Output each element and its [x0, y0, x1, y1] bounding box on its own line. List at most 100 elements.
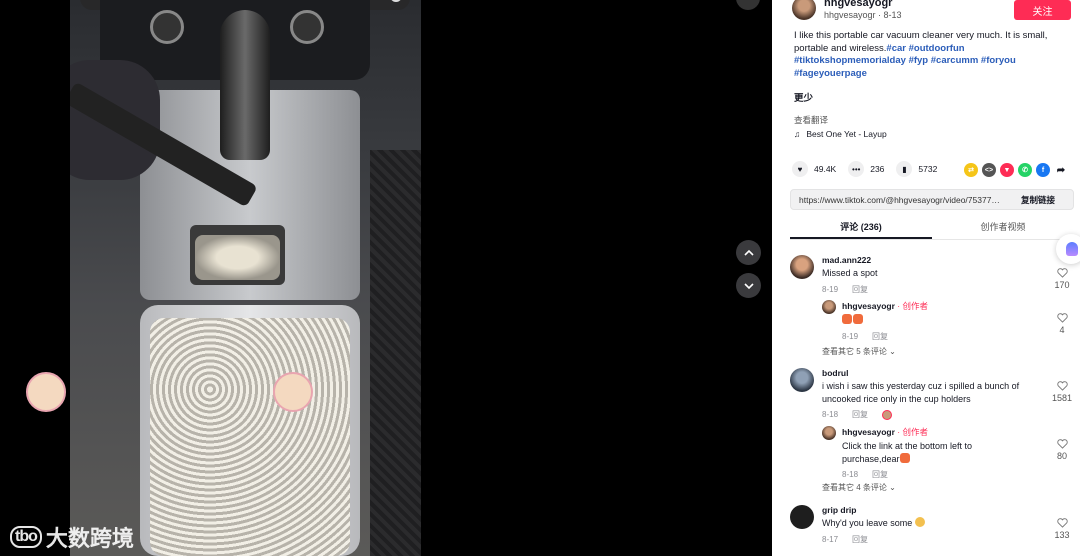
- watermark-text: 大数跨境: [45, 526, 134, 551]
- dashboard-knob: [150, 10, 184, 44]
- comment-text: Missed a spot: [822, 268, 878, 278]
- send-icon[interactable]: ▼: [1000, 163, 1014, 177]
- save-count: 5732: [918, 164, 938, 174]
- comment-date: 8-18: [822, 410, 839, 419]
- reply-meta: 8-19 回复: [842, 331, 928, 342]
- reply-author-name[interactable]: hhgvesayogr: [842, 427, 895, 437]
- chevron-up-icon: [743, 249, 754, 256]
- view-more-label[interactable]: 查看其它 4 条评论: [822, 483, 887, 492]
- top-button[interactable]: [736, 0, 760, 10]
- less-button[interactable]: 更少: [794, 90, 813, 104]
- comment-author[interactable]: mad.ann222: [822, 255, 1037, 265]
- reply-button[interactable]: 回复: [872, 331, 888, 342]
- reply-author-name[interactable]: hhgvesayogr: [842, 301, 895, 311]
- like-count: 4: [1059, 325, 1065, 335]
- author-handle: hhgvesayogr: [824, 9, 876, 20]
- hashtag[interactable]: #fageyouerpage: [794, 68, 867, 79]
- comment-text: Why'd you leave some: [822, 518, 913, 528]
- details-panel: hhgvesayogr hhgvesayogr · 8-13 关注 I like…: [772, 0, 1080, 556]
- tab-creator-videos[interactable]: 创作者视频: [932, 218, 1074, 239]
- author-subline: hhgvesayogr · 8-13: [824, 9, 902, 20]
- avatar[interactable]: [822, 300, 836, 314]
- repost-icon[interactable]: ⇄: [964, 163, 978, 177]
- comment-like[interactable]: 133: [1050, 518, 1074, 540]
- comment-meta: 8-17 回复: [822, 534, 1037, 545]
- like-count: 80: [1056, 451, 1067, 461]
- heart-icon[interactable]: [1056, 439, 1068, 449]
- comment-icon[interactable]: •••: [848, 161, 865, 177]
- reply-emoji: [842, 314, 928, 327]
- previous-video-button[interactable]: [736, 240, 761, 265]
- avatar[interactable]: [790, 505, 814, 529]
- share-icon[interactable]: ➦: [1054, 163, 1068, 177]
- video-link[interactable]: https://www.tiktok.com/@hhgvesayogr/vide…: [791, 195, 1003, 205]
- reply-like[interactable]: 80: [1050, 439, 1074, 461]
- author-name[interactable]: hhgvesayogr: [824, 0, 902, 9]
- music-info[interactable]: ♫ Best One Yet - Layup: [794, 129, 887, 139]
- app-root: tbo 大数跨境 hhgvesayogr hhgvesayogr · 8-13 …: [0, 0, 1080, 556]
- next-video-button[interactable]: [736, 273, 761, 298]
- comment-item: mad.ann222 Missed a spot 8-19 回复: [790, 255, 1037, 295]
- hashtag[interactable]: #car: [886, 43, 906, 54]
- video-player[interactable]: [70, 0, 421, 556]
- rice-in-tray: [150, 318, 350, 556]
- search-icon[interactable]: [390, 0, 402, 2]
- music-title[interactable]: Best One Yet - Layup: [806, 129, 886, 139]
- music-note-icon: ♫: [794, 129, 801, 139]
- comment-stat[interactable]: ••• 236: [848, 161, 884, 177]
- comment-meta: 8-19 回复: [822, 284, 1037, 295]
- avatar[interactable]: [792, 0, 816, 20]
- comment-like[interactable]: 1581: [1050, 381, 1074, 403]
- reply-button[interactable]: 回复: [852, 284, 868, 295]
- avatar[interactable]: [790, 368, 814, 392]
- link-box: https://www.tiktok.com/@hhgvesayogr/vide…: [790, 189, 1074, 210]
- chevron-down-icon: [743, 282, 754, 289]
- follow-button[interactable]: 关注: [1014, 0, 1071, 20]
- heart-icon[interactable]: [1056, 518, 1068, 528]
- reply-button[interactable]: 回复: [872, 469, 888, 480]
- heart-icon[interactable]: [1056, 268, 1068, 278]
- creator-liked-avatar: [882, 409, 893, 420]
- comment-author[interactable]: bodrul: [822, 368, 1037, 378]
- reply-item: hhgvesayogr · 创作者 8-19 回复: [822, 300, 928, 342]
- reply-button[interactable]: 回复: [852, 409, 868, 420]
- share-icons: ⇄ <> ▼ ✆ f ➦: [964, 163, 1068, 177]
- hashtag[interactable]: #fyp: [909, 55, 929, 66]
- hashtag[interactable]: #tiktokshopmemorialday: [794, 55, 906, 66]
- avatar[interactable]: [822, 426, 836, 440]
- heart-icon[interactable]: [1056, 381, 1068, 391]
- watermark: tbo 大数跨境: [10, 521, 134, 553]
- comment-author[interactable]: grip drip: [822, 505, 1037, 515]
- author-info[interactable]: hhgvesayogr hhgvesayogr · 8-13: [792, 0, 902, 20]
- engagement-stats: ♥ 49.4K ••• 236 ▮ 5732: [792, 161, 937, 177]
- assistant-button[interactable]: [1056, 234, 1080, 264]
- translate-link[interactable]: 查看翻译: [794, 114, 828, 126]
- gear-shifter: [220, 10, 270, 160]
- tab-comments[interactable]: 评论 (236): [790, 218, 932, 239]
- avatar[interactable]: [790, 255, 814, 279]
- emoji: [899, 452, 910, 463]
- view-more-replies[interactable]: 查看其它 5 条评论 ⌄: [822, 346, 896, 357]
- reply-button[interactable]: 回复: [852, 534, 868, 545]
- like-count: 49.4K: [814, 164, 837, 174]
- hashtag[interactable]: #foryou: [981, 55, 1016, 66]
- view-more-label[interactable]: 查看其它 5 条评论: [822, 347, 887, 356]
- whatsapp-icon[interactable]: ✆: [1018, 163, 1032, 177]
- hashtag[interactable]: #carcumm: [931, 55, 979, 66]
- comment-like[interactable]: 170: [1050, 268, 1074, 290]
- heart-icon[interactable]: ♥: [792, 161, 808, 177]
- embed-icon[interactable]: <>: [982, 163, 996, 177]
- comment-date: 8-19: [822, 284, 839, 294]
- like-count: 133: [1054, 530, 1070, 540]
- bookmark-icon[interactable]: ▮: [896, 161, 913, 177]
- hashtag[interactable]: #outdoorfun: [909, 43, 965, 54]
- comment-item: grip drip Why'd you leave some 8-17 回复: [790, 505, 1037, 545]
- reply-like[interactable]: 4: [1050, 313, 1074, 335]
- save-stat[interactable]: ▮ 5732: [896, 161, 937, 177]
- copy-link-button[interactable]: 复制链接: [1003, 194, 1073, 206]
- view-more-replies[interactable]: 查看其它 4 条评论 ⌄: [822, 482, 896, 493]
- like-stat[interactable]: ♥ 49.4K: [792, 161, 836, 177]
- heart-icon[interactable]: [1056, 313, 1068, 323]
- emoji: [842, 314, 852, 324]
- facebook-icon[interactable]: f: [1036, 163, 1050, 177]
